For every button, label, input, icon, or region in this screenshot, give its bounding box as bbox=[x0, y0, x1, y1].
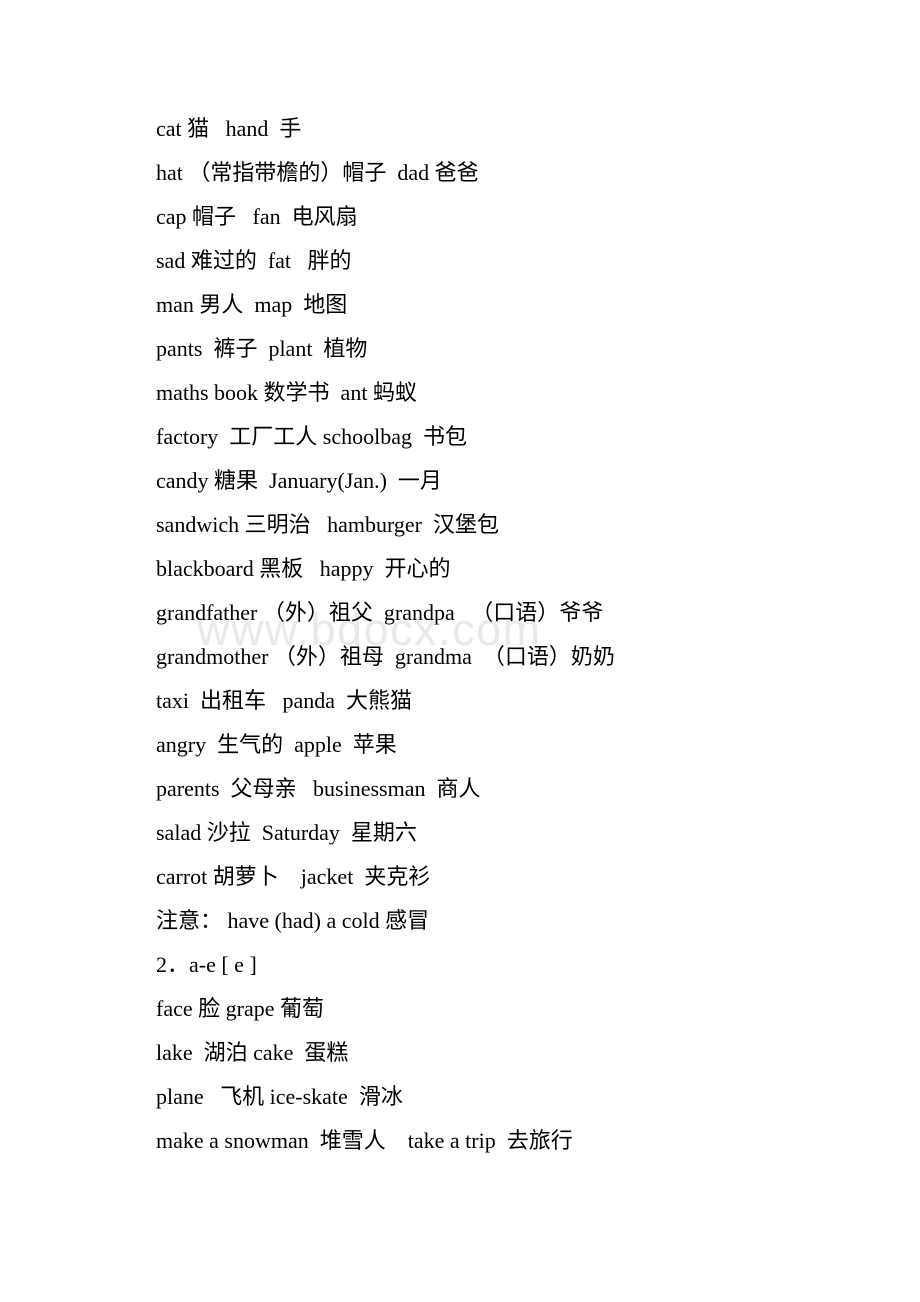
text-line-note-cold: 注意： have (had) a cold 感冒 bbox=[156, 908, 430, 933]
text-line-taxi: taxi 出租车 panda 大熊猫 bbox=[156, 688, 413, 713]
text-line-face: face 脸 grape 葡萄 bbox=[156, 996, 324, 1021]
document-text-body: cat 猫 hand 手 hat （常指带檐的）帽子 dad 爸爸 cap 帽子… bbox=[156, 107, 856, 1163]
text-line-cap: cap 帽子 fan 电风扇 bbox=[156, 204, 358, 229]
text-line-salad: salad 沙拉 Saturday 星期六 bbox=[156, 820, 417, 845]
text-line-parents: parents 父母亲 businessman 商人 bbox=[156, 776, 481, 801]
text-line-blackboard: blackboard 黑板 happy 开心的 bbox=[156, 556, 451, 581]
text-line-make-snowman: make a snowman 堆雪人 take a trip 去旅行 bbox=[156, 1128, 573, 1153]
text-line-maths-book: maths book 数学书 ant 蚂蚁 bbox=[156, 380, 417, 405]
text-line-plane: plane 飞机 ice-skate 滑冰 bbox=[156, 1084, 403, 1109]
text-line-hat: hat （常指带檐的）帽子 dad 爸爸 bbox=[156, 160, 479, 185]
text-line-candy: candy 糖果 January(Jan.) 一月 bbox=[156, 468, 442, 493]
text-line-sandwich: sandwich 三明治 hamburger 汉堡包 bbox=[156, 512, 499, 537]
text-line-man: man 男人 map 地图 bbox=[156, 292, 348, 317]
text-line-pants: pants 裤子 plant 植物 bbox=[156, 336, 368, 361]
text-line-cat: cat 猫 hand 手 bbox=[156, 116, 302, 141]
text-line-factory: factory 工厂工人 schoolbag 书包 bbox=[156, 424, 467, 449]
text-line-section-2: 2．a-e [ e ] bbox=[156, 952, 257, 977]
text-line-grandmother: grandmother （外）祖母 grandma （口语）奶奶 bbox=[156, 644, 615, 669]
document-page: www.bdocx.com cat 猫 hand 手 hat （常指带檐的）帽子… bbox=[0, 0, 920, 1302]
text-line-angry: angry 生气的 apple 苹果 bbox=[156, 732, 397, 757]
text-line-sad: sad 难过的 fat 胖的 bbox=[156, 248, 352, 273]
text-line-grandfather: grandfather （外）祖父 grandpa （口语）爷爷 bbox=[156, 600, 604, 625]
text-line-carrot: carrot 胡萝卜 jacket 夹克衫 bbox=[156, 864, 431, 889]
text-line-lake: lake 湖泊 cake 蛋糕 bbox=[156, 1040, 349, 1065]
